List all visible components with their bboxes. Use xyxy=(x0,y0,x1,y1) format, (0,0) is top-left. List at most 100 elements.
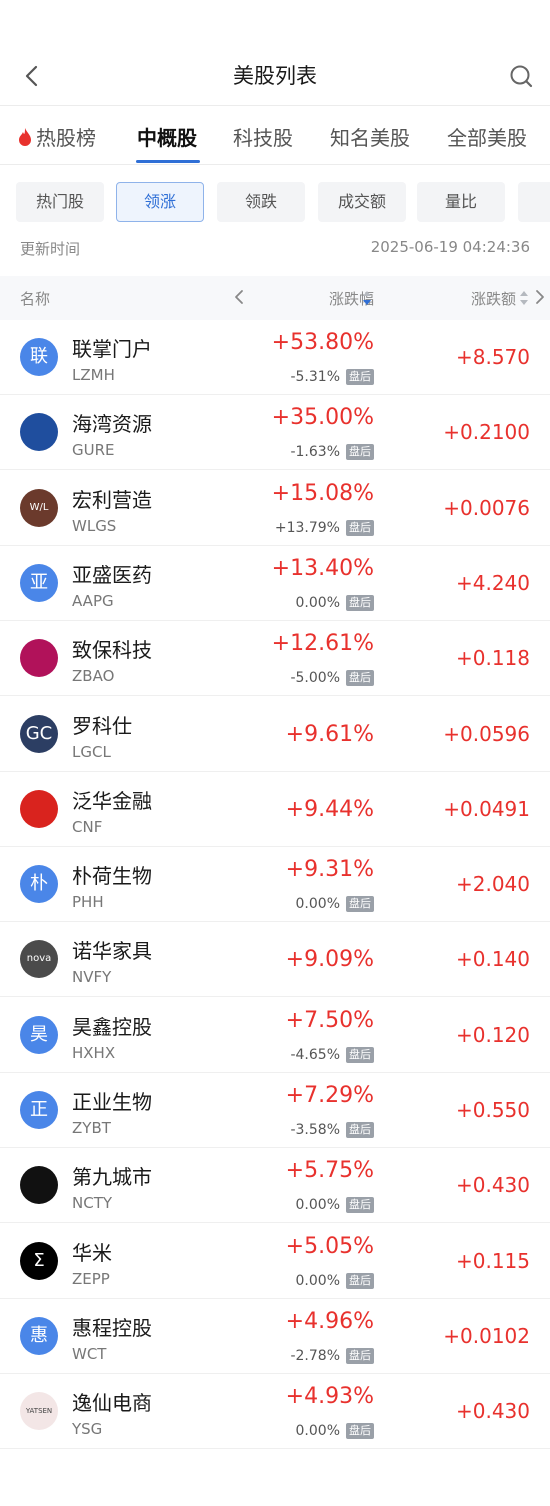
chevron-left-icon[interactable] xyxy=(232,286,246,308)
after-hours-change: -4.65% 盘后 xyxy=(290,1047,374,1063)
stock-logo-icon: W/L xyxy=(20,489,58,527)
stock-row[interactable]: 亚亚盛医药 AAPG +13.40% 0.00% 盘后 +4.240 xyxy=(0,546,550,621)
after-hours-value: +13.79% xyxy=(274,520,340,536)
chip-losers[interactable]: 领跌 xyxy=(217,182,305,222)
stock-row[interactable]: YATSEN 逸仙电商 YSG +4.93% 0.00% 盘后 +0.430 xyxy=(0,1374,550,1449)
stock-code: NCTY xyxy=(72,1194,113,1212)
after-hours-change: -1.63% 盘后 xyxy=(290,444,374,460)
tab-china-concept[interactable]: 中概股 xyxy=(137,122,197,151)
stock-code: WCT xyxy=(72,1345,107,1363)
stock-name: 逸仙电商 xyxy=(72,1391,152,1415)
change-percent: +5.75% xyxy=(285,1158,374,1183)
after-hours-value: 0.00% xyxy=(295,595,340,611)
after-hours-value: 0.00% xyxy=(295,1273,340,1289)
top-bar: 美股列表 xyxy=(0,48,550,104)
search-icon[interactable] xyxy=(508,62,534,90)
stock-name: 华米 xyxy=(72,1241,112,1265)
change-amount: +8.570 xyxy=(455,345,530,369)
chip-turnover-rate[interactable]: 换 xyxy=(518,182,550,222)
change-percent: +9.31% xyxy=(285,857,374,882)
change-amount: +0.550 xyxy=(455,1098,530,1122)
stock-logo-icon: 联 xyxy=(20,338,58,376)
stock-code: ZYBT xyxy=(72,1119,111,1137)
after-hours-badge: 盘后 xyxy=(346,1047,374,1063)
stock-name: 亚盛医药 xyxy=(72,563,152,587)
stock-logo-icon: Σ xyxy=(20,1242,58,1280)
stock-name: 致保科技 xyxy=(72,638,152,662)
change-percent: +15.08% xyxy=(271,481,374,506)
active-tab-indicator xyxy=(136,160,200,163)
stock-logo-icon: 昊 xyxy=(20,1016,58,1054)
stock-name: 海湾资源 xyxy=(72,412,152,436)
stock-row[interactable]: W/L 宏利营造 WLGS +15.08% +13.79% 盘后 +0.0076 xyxy=(0,471,550,546)
tab-hot[interactable]: 热股榜 xyxy=(18,122,96,151)
chip-turnover[interactable]: 成交额 xyxy=(318,182,406,222)
stock-row[interactable]: 泛华金融 CNF +9.44% +0.0491 xyxy=(0,772,550,847)
tab-hot-label: 热股榜 xyxy=(36,126,96,150)
stock-logo-icon: 朴 xyxy=(20,865,58,903)
after-hours-badge: 盘后 xyxy=(346,1423,374,1439)
after-hours-badge: 盘后 xyxy=(346,670,374,686)
tab-tech[interactable]: 科技股 xyxy=(233,122,293,151)
after-hours-badge: 盘后 xyxy=(346,896,374,912)
sort-icon[interactable] xyxy=(519,290,529,306)
after-hours-badge: 盘后 xyxy=(346,1122,374,1138)
chip-volume-ratio[interactable]: 量比 xyxy=(417,182,505,222)
chip-hot[interactable]: 热门股 xyxy=(16,182,104,222)
change-amount: +0.115 xyxy=(455,1249,530,1273)
stock-row[interactable]: 惠惠程控股 WCT +4.96% -2.78% 盘后 +0.0102 xyxy=(0,1299,550,1374)
stock-row[interactable]: 正正业生物 ZYBT +7.29% -3.58% 盘后 +0.550 xyxy=(0,1073,550,1148)
after-hours-change: 0.00% 盘后 xyxy=(296,896,374,912)
stock-logo-icon xyxy=(20,1166,58,1204)
stock-row[interactable]: 海湾资源 GURE +35.00% -1.63% 盘后 +0.2100 xyxy=(0,395,550,470)
stock-code: LGCL xyxy=(72,743,111,761)
stock-name: 正业生物 xyxy=(72,1090,152,1114)
tab-all[interactable]: 全部美股 xyxy=(447,122,527,151)
update-label: 更新时间 xyxy=(20,240,81,258)
after-hours-change: -3.58% 盘后 xyxy=(290,1122,374,1138)
change-percent: +9.09% xyxy=(285,947,374,972)
top-divider xyxy=(0,105,550,106)
stock-name: 朴荷生物 xyxy=(72,864,152,888)
stock-row[interactable]: 朴朴荷生物 PHH +9.31% 0.00% 盘后 +2.040 xyxy=(0,847,550,922)
change-amount: +0.0076 xyxy=(443,496,530,520)
fire-icon xyxy=(19,128,31,146)
after-hours-value: -5.00% xyxy=(290,670,340,686)
stock-code: WLGS xyxy=(72,517,117,535)
stock-code: ZBAO xyxy=(72,667,115,685)
stock-row[interactable]: 联联掌门户 LZMH +53.80% -5.31% 盘后 +8.570 xyxy=(0,320,550,395)
category-tabs: 热股榜 中概股 科技股 知名美股 全部美股 xyxy=(0,108,550,164)
after-hours-badge: 盘后 xyxy=(346,1348,374,1364)
after-hours-change: 0.00% 盘后 xyxy=(296,1423,374,1439)
stock-logo-icon: nova xyxy=(20,940,58,978)
change-amount: +0.120 xyxy=(455,1023,530,1047)
after-hours-change: -5.00% 盘后 xyxy=(290,670,374,686)
stock-row[interactable]: 昊昊鑫控股 HXHX +7.50% -4.65% 盘后 +0.120 xyxy=(0,998,550,1073)
change-amount: +2.040 xyxy=(455,872,530,896)
sort-desc-icon[interactable] xyxy=(362,290,372,306)
after-hours-value: -4.65% xyxy=(290,1047,340,1063)
after-hours-change: 0.00% 盘后 xyxy=(296,1197,374,1213)
stock-name: 惠程控股 xyxy=(72,1316,152,1340)
stock-logo-icon xyxy=(20,639,58,677)
chevron-right-icon[interactable] xyxy=(534,286,546,308)
stock-row[interactable]: 第九城市 NCTY +5.75% 0.00% 盘后 +0.430 xyxy=(0,1148,550,1223)
filter-chips: 热门股 领涨 领跌 成交额 量比 换 xyxy=(16,182,550,222)
stock-row[interactable]: GC 罗科仕 LGCL +9.61% +0.0596 xyxy=(0,697,550,772)
stock-row[interactable]: Σ 华米 ZEPP +5.05% 0.00% 盘后 +0.115 xyxy=(0,1224,550,1299)
tab-famous[interactable]: 知名美股 xyxy=(330,122,410,151)
stock-row[interactable]: 致保科技 ZBAO +12.61% -5.00% 盘后 +0.118 xyxy=(0,621,550,696)
after-hours-badge: 盘后 xyxy=(346,369,374,385)
change-percent: +13.40% xyxy=(271,556,374,581)
change-amount: +0.430 xyxy=(455,1399,530,1423)
chip-gainers[interactable]: 领涨 xyxy=(116,182,204,222)
stock-code: GURE xyxy=(72,441,115,459)
change-amount: +0.118 xyxy=(455,646,530,670)
stock-name: 昊鑫控股 xyxy=(72,1015,152,1039)
after-hours-badge: 盘后 xyxy=(346,595,374,611)
change-percent: +4.96% xyxy=(285,1309,374,1334)
column-change-amount[interactable]: 涨跌额 xyxy=(471,288,516,309)
stock-row[interactable]: nova 诺华家具 NVFY +9.09% +0.140 xyxy=(0,922,550,997)
change-amount: +0.140 xyxy=(455,947,530,971)
change-percent: +7.50% xyxy=(285,1008,374,1033)
